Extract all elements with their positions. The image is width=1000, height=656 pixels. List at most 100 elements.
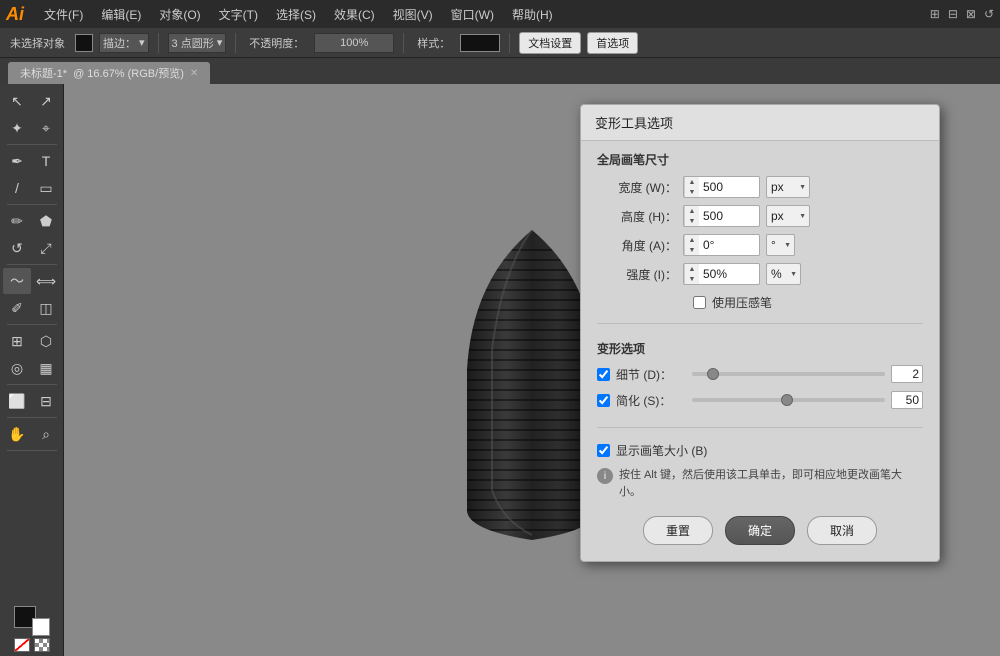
intensity-down[interactable]: ▼ [685, 274, 699, 284]
preferences-button[interactable]: 首选项 [587, 32, 638, 54]
panel-icon-2[interactable]: ⊟ [948, 7, 958, 21]
rect-tool[interactable]: ▭ [32, 175, 60, 201]
height-unit-wrap[interactable]: px pt mm [766, 205, 810, 227]
warp-tool[interactable]: 〜 [3, 268, 31, 294]
stroke-type-dropdown[interactable]: 描边： ▾ [99, 33, 149, 53]
none-swatch[interactable] [14, 638, 30, 652]
intensity-input[interactable] [699, 267, 759, 281]
width-input-group[interactable]: ▲ ▼ [683, 176, 760, 198]
height-spin[interactable]: ▲ ▼ [684, 206, 699, 226]
simplify-slider-thumb[interactable] [781, 394, 793, 406]
height-up[interactable]: ▲ [685, 206, 699, 216]
detail-checkbox[interactable] [597, 368, 610, 381]
width-tool[interactable]: ⟺ [32, 268, 60, 294]
slice-tool[interactable]: ⊟ [32, 388, 60, 414]
angle-up[interactable]: ▲ [685, 235, 699, 245]
detail-value-input[interactable] [891, 365, 923, 383]
height-unit-select[interactable]: px pt mm [766, 205, 810, 227]
tab-close-icon[interactable]: ✕ [190, 68, 198, 79]
brush-shape-dropdown[interactable]: 3 点圆形 ▾ [168, 33, 227, 53]
intensity-unit-wrap[interactable]: % [766, 263, 801, 285]
pen-tool[interactable]: ✒ [3, 148, 31, 174]
menu-type[interactable]: 文字(T) [211, 4, 266, 25]
intensity-label: 强度 (I)： [597, 266, 677, 283]
gradient-tool[interactable]: ◫ [32, 295, 60, 321]
zoom-tool[interactable]: ⌕ [32, 421, 60, 447]
select-tool[interactable]: ↖ [3, 88, 31, 114]
opacity-input[interactable]: 100% [314, 33, 394, 53]
height-input-group[interactable]: ▲ ▼ [683, 205, 760, 227]
menu-file[interactable]: 文件(F) [36, 4, 91, 25]
intensity-spin[interactable]: ▲ ▼ [684, 264, 699, 284]
mesh-tool[interactable]: ⊞ [3, 328, 31, 354]
ok-button[interactable]: 确定 [725, 516, 795, 545]
angle-spin[interactable]: ▲ ▼ [684, 235, 699, 255]
detail-label: 细节 (D)： [616, 366, 686, 383]
width-unit-wrap[interactable]: px pt mm [766, 176, 810, 198]
height-label: 高度 (H)： [597, 208, 677, 225]
cancel-button[interactable]: 取消 [807, 516, 877, 545]
symbol-tool[interactable]: ◎ [3, 355, 31, 381]
menu-help[interactable]: 帮助(H) [504, 4, 561, 25]
simplify-slider-track[interactable] [692, 398, 885, 402]
angle-input[interactable] [699, 238, 759, 252]
line-tool[interactable]: / [3, 175, 31, 201]
intensity-up[interactable]: ▲ [685, 264, 699, 274]
width-spin[interactable]: ▲ ▼ [684, 177, 699, 197]
brush-tool[interactable]: ✏ [3, 208, 31, 234]
checker-swatch[interactable] [34, 638, 50, 652]
menu-window[interactable]: 窗口(W) [443, 4, 502, 25]
width-unit-select[interactable]: px pt mm [766, 176, 810, 198]
width-down[interactable]: ▼ [685, 187, 699, 197]
artboard-tool[interactable]: ⬜ [3, 388, 31, 414]
type-tool[interactable]: T [32, 148, 60, 174]
toolbar-sep-4 [509, 33, 510, 53]
blob-brush-tool[interactable]: ⬟ [32, 208, 60, 234]
angle-unit-select[interactable]: ° [766, 234, 795, 256]
height-input[interactable] [699, 209, 759, 223]
magic-wand-tool[interactable]: ✦ [3, 115, 31, 141]
angle-down[interactable]: ▼ [685, 245, 699, 255]
detail-slider-thumb[interactable] [707, 368, 719, 380]
panel-icon-4[interactable]: ↺ [984, 7, 994, 21]
hand-tool[interactable]: ✋ [3, 421, 31, 447]
menu-edit[interactable]: 编辑(E) [93, 4, 149, 25]
direct-select-tool[interactable]: ↗ [32, 88, 60, 114]
pressure-checkbox[interactable] [693, 296, 706, 309]
angle-input-group[interactable]: ▲ ▼ [683, 234, 760, 256]
scale-tool[interactable]: ⤢ [32, 235, 60, 261]
doc-settings-button[interactable]: 文档设置 [519, 32, 581, 54]
toolbar-sep-3 [403, 33, 404, 53]
style-swatch[interactable] [460, 34, 500, 52]
show-brush-checkbox[interactable] [597, 444, 610, 457]
blend-tool[interactable]: ⬡ [32, 328, 60, 354]
rotate-tool[interactable]: ↺ [3, 235, 31, 261]
eyedropper-tool[interactable]: ✐ [3, 295, 31, 321]
menu-object[interactable]: 对象(O) [151, 4, 208, 25]
menu-effect[interactable]: 效果(C) [326, 4, 383, 25]
intensity-input-group[interactable]: ▲ ▼ [683, 263, 760, 285]
dialog[interactable]: 变形工具选项 全局画笔尺寸 宽度 (W)： ▲ ▼ [580, 104, 940, 562]
stroke-swatch[interactable] [75, 34, 93, 52]
info-icon: i [597, 468, 613, 484]
document-tab[interactable]: 未标题-1* @ 16.67% (RGB/预览) ✕ [8, 62, 210, 84]
detail-slider-track[interactable] [692, 372, 885, 376]
panel-icon-3[interactable]: ⊠ [966, 7, 976, 21]
simplify-checkbox[interactable] [597, 394, 610, 407]
height-down[interactable]: ▼ [685, 216, 699, 226]
menu-select[interactable]: 选择(S) [268, 4, 324, 25]
reset-button[interactable]: 重置 [643, 516, 713, 545]
angle-unit-wrap[interactable]: ° [766, 234, 795, 256]
canvas-area: 变形工具选项 全局画笔尺寸 宽度 (W)： ▲ ▼ [64, 84, 1000, 656]
dialog-title-bar: 变形工具选项 [581, 105, 939, 141]
intensity-unit-select[interactable]: % [766, 263, 801, 285]
panel-icon-1[interactable]: ⊞ [930, 7, 940, 21]
width-input[interactable] [699, 180, 759, 194]
simplify-value-input[interactable] [891, 391, 923, 409]
width-up[interactable]: ▲ [685, 177, 699, 187]
lasso-tool[interactable]: ⌖ [32, 115, 60, 141]
column-chart-tool[interactable]: ▦ [32, 355, 60, 381]
fg-bg-swatch[interactable] [14, 606, 50, 636]
background-swatch[interactable] [32, 618, 50, 636]
menu-view[interactable]: 视图(V) [385, 4, 441, 25]
